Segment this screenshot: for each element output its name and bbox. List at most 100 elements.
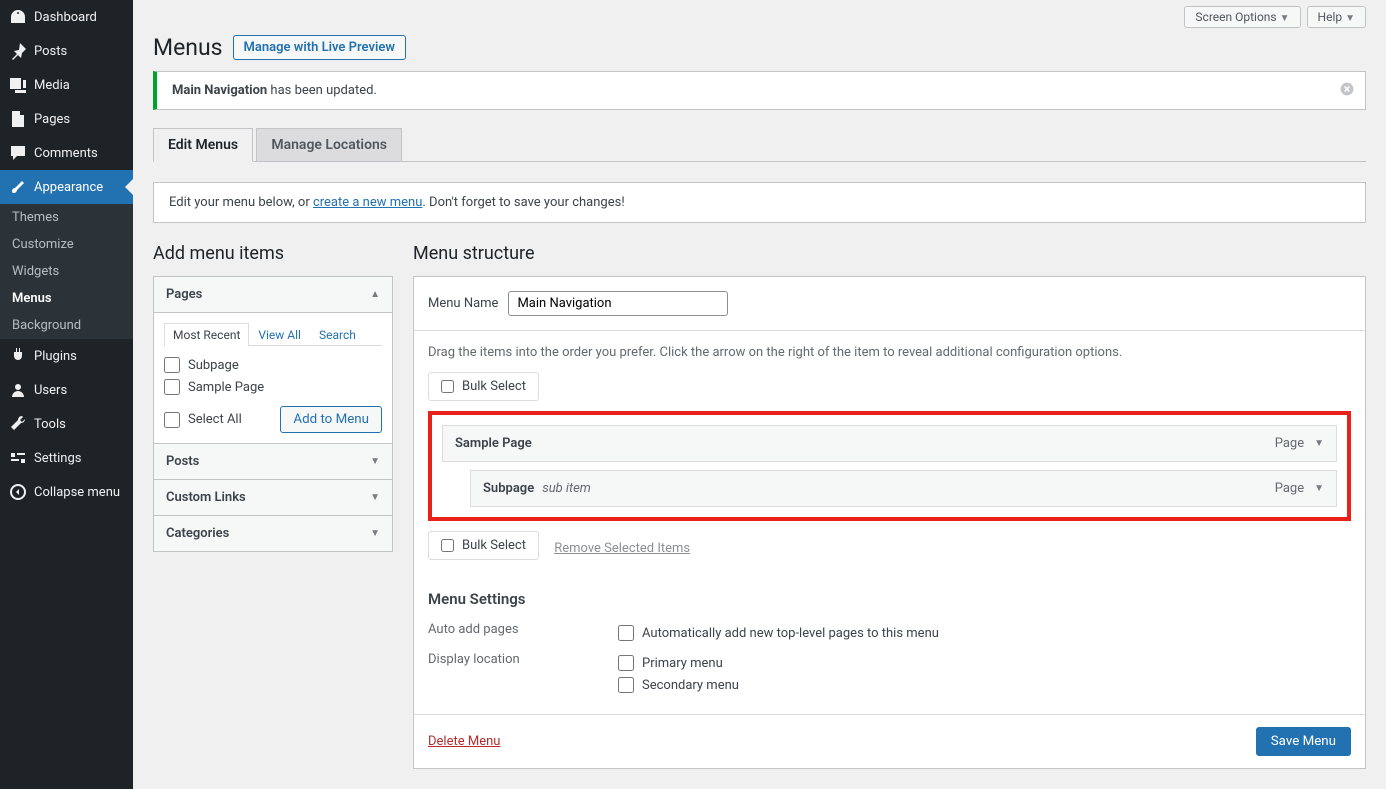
sidebar-media[interactable]: Media xyxy=(0,68,133,102)
item-sample-checkbox[interactable] xyxy=(164,379,180,395)
pin-icon xyxy=(8,41,28,61)
auto-add-text: Automatically add new top-level pages to… xyxy=(642,626,939,641)
sidebar-posts-label: Posts xyxy=(34,44,67,59)
close-icon xyxy=(1339,81,1355,97)
subtab-recent[interactable]: Most Recent xyxy=(164,323,249,346)
tab-manage-locations[interactable]: Manage Locations xyxy=(256,128,402,161)
tab-edit-menus[interactable]: Edit Menus xyxy=(153,128,253,162)
save-menu-button[interactable]: Save Menu xyxy=(1256,727,1351,756)
menu-structure-heading: Menu structure xyxy=(413,243,1366,264)
acc-pages-header[interactable]: Pages ▲ xyxy=(154,277,392,313)
screen-options-label: Screen Options xyxy=(1195,10,1276,24)
submenu-menus[interactable]: Menus xyxy=(0,285,133,312)
menu-item-subtitle: sub item xyxy=(542,481,591,496)
info-before: Edit your menu below, or xyxy=(169,195,313,210)
item-subpage-label: Subpage xyxy=(188,358,239,373)
select-all-checkbox[interactable] xyxy=(164,412,180,428)
highlight-box: Sample Page Page▼ Subpage sub item Page ▼ xyxy=(428,411,1351,521)
screen-options-button[interactable]: Screen Options ▼ xyxy=(1184,6,1300,28)
acc-posts-header[interactable]: Posts▼ xyxy=(154,444,392,480)
bulk-select-bottom-label: Bulk Select xyxy=(462,538,526,553)
bulk-select-bottom[interactable]: Bulk Select xyxy=(428,531,539,560)
loc-primary[interactable]: Primary menu xyxy=(618,652,1351,674)
auto-add-checkbox[interactable] xyxy=(618,625,634,641)
sidebar-dashboard[interactable]: Dashboard xyxy=(0,0,133,34)
menu-name-input[interactable] xyxy=(508,291,728,316)
help-button[interactable]: Help ▼ xyxy=(1307,6,1366,28)
create-new-menu-link[interactable]: create a new menu xyxy=(313,195,422,210)
info-after: . Don't forget to save your changes! xyxy=(422,195,624,210)
menu-item-subpage[interactable]: Subpage sub item Page ▼ xyxy=(470,470,1337,507)
sidebar-settings-label: Settings xyxy=(34,451,81,466)
sidebar-appearance-submenu: Themes Customize Widgets Menus Backgroun… xyxy=(0,204,133,339)
chevron-down-icon: ▼ xyxy=(1280,13,1290,24)
select-all[interactable]: Select All xyxy=(164,409,242,431)
add-items-heading: Add menu items xyxy=(153,243,393,264)
bulk-select-top-checkbox[interactable] xyxy=(441,380,454,393)
loc-secondary[interactable]: Secondary menu xyxy=(618,674,1351,696)
loc-primary-checkbox[interactable] xyxy=(618,655,634,671)
submenu-customize[interactable]: Customize xyxy=(0,231,133,258)
page-title: Menus xyxy=(153,34,223,61)
submenu-themes[interactable]: Themes xyxy=(0,204,133,231)
sidebar-collapse-label: Collapse menu xyxy=(34,485,120,500)
auto-add-label: Auto add pages xyxy=(428,622,618,644)
acc-pages-label: Pages xyxy=(166,287,202,302)
auto-add-option[interactable]: Automatically add new top-level pages to… xyxy=(618,622,1351,644)
add-to-menu-button[interactable]: Add to Menu xyxy=(280,406,382,433)
sidebar-comments[interactable]: Comments xyxy=(0,136,133,170)
chevron-down-icon[interactable]: ▼ xyxy=(1314,438,1324,449)
success-notice: Main Navigation has been updated. xyxy=(153,71,1366,110)
bulk-select-bottom-checkbox[interactable] xyxy=(441,539,454,552)
acc-cats-header[interactable]: Categories▼ xyxy=(154,516,392,551)
select-all-label: Select All xyxy=(188,412,242,427)
acc-links-label: Custom Links xyxy=(166,490,246,505)
sidebar-users-label: Users xyxy=(34,383,67,398)
bulk-select-top[interactable]: Bulk Select xyxy=(428,372,539,401)
chevron-down-icon: ▼ xyxy=(370,528,380,539)
collapse-icon xyxy=(8,482,28,502)
acc-links-header[interactable]: Custom Links▼ xyxy=(154,480,392,516)
delete-menu-link[interactable]: Delete Menu xyxy=(428,734,500,749)
item-sample[interactable]: Sample Page xyxy=(164,376,382,398)
brush-icon xyxy=(8,177,28,197)
bulk-select-top-label: Bulk Select xyxy=(462,379,526,394)
sidebar-collapse[interactable]: Collapse menu xyxy=(0,475,133,509)
item-subpage[interactable]: Subpage xyxy=(164,354,382,376)
menu-item-title: Subpage xyxy=(483,481,534,496)
sidebar-users[interactable]: Users xyxy=(0,373,133,407)
chevron-down-icon[interactable]: ▼ xyxy=(1314,483,1324,494)
chevron-down-icon: ▼ xyxy=(1345,13,1355,24)
submenu-widgets[interactable]: Widgets xyxy=(0,258,133,285)
remove-selected-link[interactable]: Remove Selected Items xyxy=(554,541,690,556)
menu-item-title: Sample Page xyxy=(455,436,532,451)
settings-icon xyxy=(8,448,28,468)
plug-icon xyxy=(8,346,28,366)
subtab-viewall[interactable]: View All xyxy=(249,323,310,346)
live-preview-button[interactable]: Manage with Live Preview xyxy=(233,35,406,60)
info-box: Edit your menu below, or create a new me… xyxy=(153,182,1366,223)
dashboard-icon xyxy=(8,7,28,27)
menu-settings-heading: Menu Settings xyxy=(428,590,1351,608)
submenu-background[interactable]: Background xyxy=(0,312,133,339)
comments-icon xyxy=(8,143,28,163)
menu-item-type: Page xyxy=(1275,481,1304,496)
sidebar-comments-label: Comments xyxy=(34,146,98,161)
sidebar-settings[interactable]: Settings xyxy=(0,441,133,475)
menu-item-sample-page[interactable]: Sample Page Page▼ xyxy=(442,425,1337,462)
notice-dismiss-button[interactable] xyxy=(1337,81,1357,101)
pages-icon xyxy=(8,109,28,129)
sidebar-posts[interactable]: Posts xyxy=(0,34,133,68)
subtab-search[interactable]: Search xyxy=(310,323,365,346)
sidebar-pages[interactable]: Pages xyxy=(0,102,133,136)
sidebar-plugins[interactable]: Plugins xyxy=(0,339,133,373)
sidebar-tools[interactable]: Tools xyxy=(0,407,133,441)
acc-pages-body: Most Recent View All Search Subpage Samp… xyxy=(154,313,392,444)
chevron-up-icon: ▲ xyxy=(370,289,380,300)
chevron-down-icon: ▼ xyxy=(370,456,380,467)
sidebar-pages-label: Pages xyxy=(34,112,70,127)
loc-secondary-checkbox[interactable] xyxy=(618,677,634,693)
sidebar-appearance[interactable]: Appearance xyxy=(0,170,133,204)
item-subpage-checkbox[interactable] xyxy=(164,357,180,373)
sidebar-plugins-label: Plugins xyxy=(34,349,77,364)
